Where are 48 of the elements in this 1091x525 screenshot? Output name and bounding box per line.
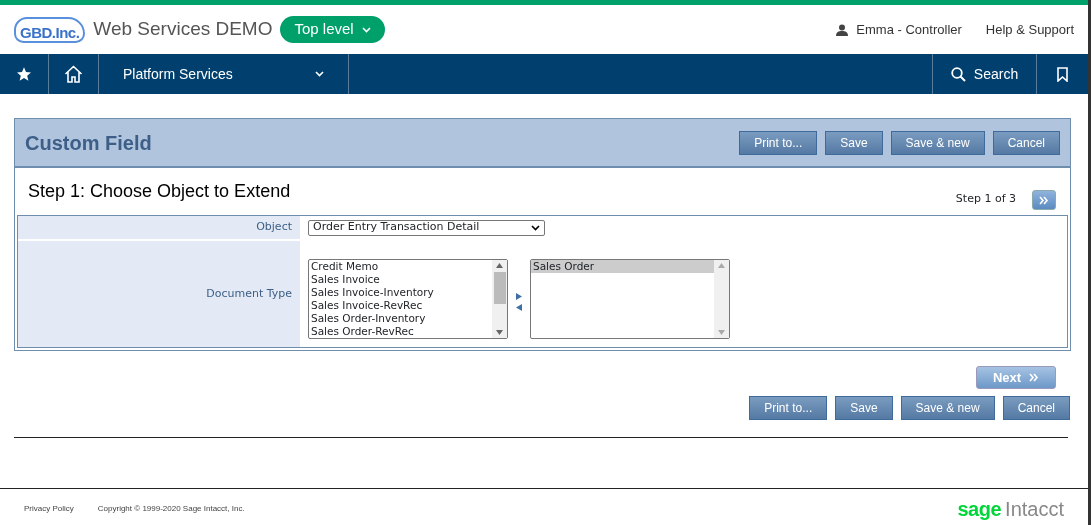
- search-button[interactable]: Search: [932, 54, 1036, 94]
- action-button[interactable]: Save: [835, 396, 893, 420]
- privacy-link[interactable]: Privacy Policy: [24, 502, 74, 515]
- user-icon: [836, 23, 849, 36]
- field-label: Document Type: [206, 285, 292, 302]
- list-option[interactable]: Credit Memo: [309, 260, 492, 273]
- move-left-icon[interactable]: [516, 304, 522, 311]
- action-button[interactable]: Cancel: [1002, 396, 1070, 420]
- list-option[interactable]: Sales Order: [531, 260, 714, 273]
- action-button[interactable]: Save & new: [900, 396, 995, 420]
- double-chevron-icon: [1029, 373, 1040, 382]
- scrollbar-thumb[interactable]: [493, 272, 506, 304]
- list-option[interactable]: Sales Invoice: [309, 273, 492, 286]
- bookmark-icon: [1057, 66, 1068, 82]
- action-button[interactable]: Save: [825, 130, 883, 155]
- move-right-icon[interactable]: [516, 293, 522, 300]
- copyright-text: Copyright © 1999-2020 Sage Intacct, Inc.: [97, 502, 245, 515]
- chevron-icon: [531, 224, 540, 231]
- company-logo: GBD.Inc.: [14, 16, 86, 43]
- page-title: Custom Field: [25, 130, 152, 156]
- list-option[interactable]: Sales Order-Inventory: [309, 312, 492, 325]
- step-counter: Step 1 of 3: [955, 191, 1016, 208]
- home-icon: [64, 65, 83, 83]
- help-link[interactable]: Help & Support: [985, 19, 1074, 40]
- chevron-icon: [361, 26, 371, 33]
- list-option[interactable]: Sales Order-RevRec: [309, 325, 492, 338]
- scroll-up-icon[interactable]: [496, 263, 503, 268]
- list-option[interactable]: Sales Invoice-RevRec: [309, 299, 492, 312]
- action-button[interactable]: Save & new: [890, 130, 985, 155]
- star-icon: [16, 66, 32, 82]
- action-button[interactable]: Print to...: [739, 130, 818, 155]
- search-icon: [950, 66, 966, 82]
- user-link[interactable]: Emma - Controller: [856, 19, 962, 40]
- field-label: Object: [256, 219, 292, 236]
- available-listbox[interactable]: Credit Memo Sales Invoice Sales Invoice-Inventory Sales Invoice-RevRec Sales Order-Inventory Sales Order-RevRec: [308, 259, 508, 339]
- next-step-button[interactable]: [1032, 189, 1056, 210]
- action-button[interactable]: Cancel: [992, 130, 1060, 155]
- list-option[interactable]: Sales Invoice-Inventory: [309, 286, 492, 299]
- step-title: Step 1: Choose Object to Extend: [28, 180, 291, 203]
- module-dropdown[interactable]: Platform Services: [99, 54, 349, 94]
- app-title: Web Services DEMO: [93, 17, 273, 42]
- brand-logo: sage Intacct: [957, 496, 1064, 522]
- object-dropdown[interactable]: Order Entry Transaction Detail: [308, 219, 545, 236]
- double-chevron-icon: [1039, 196, 1049, 206]
- scroll-down-icon[interactable]: [496, 330, 503, 335]
- selected-listbox[interactable]: Sales Order: [530, 259, 730, 339]
- chevron-icon: [315, 71, 324, 77]
- action-button[interactable]: Print to...: [749, 396, 828, 420]
